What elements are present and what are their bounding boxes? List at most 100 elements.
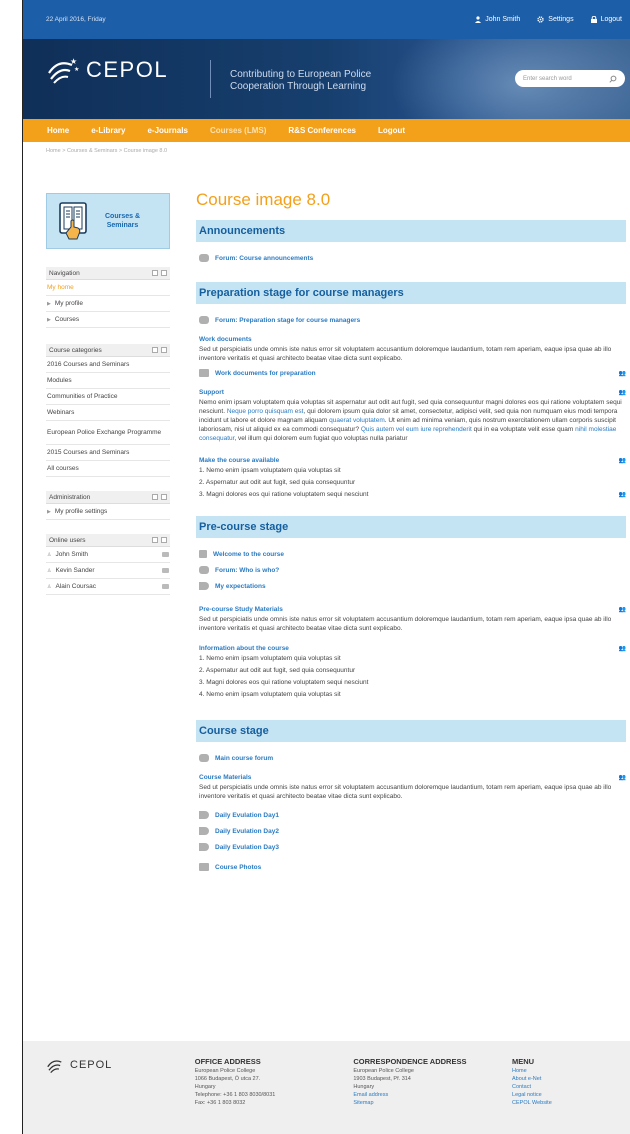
footer-link-cepol[interactable]: CEPOL Website bbox=[512, 1099, 630, 1107]
main-course-forum[interactable]: Main course forum bbox=[196, 750, 626, 766]
support-link-1[interactable]: Neque porro quisquam est bbox=[227, 408, 304, 415]
main-nav: Home e-Library e-Journals Courses (LMS) … bbox=[23, 119, 630, 142]
email-link[interactable]: Email address bbox=[353, 1091, 512, 1099]
activity-label: Daily Evulation Day1 bbox=[215, 811, 279, 819]
footer-link-home[interactable]: Home bbox=[512, 1067, 630, 1075]
people-icon[interactable]: 👥 bbox=[619, 491, 626, 498]
my-expectations-link[interactable]: My expectations bbox=[196, 578, 626, 594]
list-item: 2. Aspernatur aut odit aut fugit, sed qu… bbox=[199, 666, 356, 674]
course-materials-heading: Course Materials 👥 bbox=[196, 774, 626, 781]
promo-line-1: Courses & bbox=[105, 213, 141, 220]
category-item[interactable]: Modules bbox=[46, 373, 170, 389]
folder-icon bbox=[199, 863, 209, 871]
navigation-title: Navigation bbox=[49, 269, 80, 277]
online-user[interactable]: ♙ Alain Coursac bbox=[46, 579, 170, 595]
nav-courses-lms[interactable]: Courses (LMS) bbox=[210, 126, 266, 135]
people-icon[interactable]: 👥 bbox=[619, 645, 626, 652]
page-title: Course image 8.0 bbox=[196, 190, 331, 209]
block-controls bbox=[152, 270, 167, 276]
collapse-icon[interactable] bbox=[152, 494, 158, 500]
nav-item-label: Courses bbox=[54, 316, 80, 323]
nav-home[interactable]: Home bbox=[47, 126, 69, 135]
block-controls bbox=[152, 537, 167, 543]
settings-link[interactable]: Settings bbox=[537, 16, 574, 23]
collapse-icon[interactable] bbox=[152, 347, 158, 353]
course-photos-link[interactable]: Course Photos bbox=[196, 859, 626, 875]
nav-e-journals[interactable]: e-Journals bbox=[147, 126, 187, 135]
footer-logo[interactable]: CEPOL bbox=[46, 1055, 195, 1075]
office-line: 1066 Budapest, Ó utca 27. bbox=[194, 1076, 261, 1082]
search-input[interactable]: Enter search word bbox=[515, 70, 625, 87]
category-item[interactable]: 2015 Courses and Seminars bbox=[46, 445, 170, 461]
list-item: 3. Magni dolores eos qui ratione volupta… bbox=[196, 488, 626, 500]
list-item-text: 3. Magni dolores eos qui ratione volupta… bbox=[199, 490, 369, 498]
welcome-link[interactable]: Welcome to the course bbox=[196, 546, 626, 562]
support-text: Nemo enim ipsam voluptatem quia voluptas… bbox=[196, 398, 626, 443]
nav-logout[interactable]: Logout bbox=[378, 126, 405, 135]
dock-icon[interactable] bbox=[161, 537, 167, 543]
courses-seminars-promo[interactable]: Courses & Seminars bbox=[46, 193, 170, 249]
activity-label: Course Photos bbox=[215, 863, 262, 871]
activity-label: Forum: Preparation stage for course mana… bbox=[215, 316, 361, 324]
work-documents-link[interactable]: Work documents for preparation 👥 bbox=[196, 365, 626, 381]
category-item[interactable]: Communities of Practice bbox=[46, 389, 170, 405]
forum-who-is-who[interactable]: Forum: Who is who? bbox=[196, 562, 626, 578]
promo-label: Courses & Seminars bbox=[105, 212, 140, 230]
activity-label: Daily Evulation Day3 bbox=[215, 843, 279, 851]
footer-link-contact[interactable]: Contact bbox=[512, 1083, 630, 1091]
people-icon[interactable]: 👥 bbox=[619, 606, 626, 613]
logout-link[interactable]: Logout bbox=[590, 16, 622, 23]
nav-rs-conferences[interactable]: R&S Conferences bbox=[288, 126, 356, 135]
people-icon[interactable]: 👥 bbox=[619, 370, 626, 377]
collapse-icon[interactable] bbox=[152, 270, 158, 276]
folder-icon bbox=[199, 369, 209, 377]
nav-item-my-home[interactable]: My home bbox=[46, 280, 170, 296]
daily-evaluation-link[interactable]: Daily Evulation Day3 bbox=[196, 839, 626, 855]
people-icon[interactable]: 👥 bbox=[619, 774, 626, 781]
nav-item-courses[interactable]: ▶ Courses bbox=[46, 312, 170, 328]
category-item[interactable]: All courses bbox=[46, 461, 170, 477]
cepol-logo[interactable]: ★ ★ CEPOL bbox=[46, 55, 168, 85]
daily-evaluation-link[interactable]: Daily Evulation Day2 bbox=[196, 823, 626, 839]
promo-line-2: Seminars bbox=[106, 222, 139, 229]
tagline-line-1: Contributing to European Police bbox=[230, 69, 372, 80]
category-item[interactable]: European Police Exchange Programme bbox=[46, 421, 170, 445]
message-icon[interactable] bbox=[162, 552, 169, 557]
message-icon[interactable] bbox=[162, 568, 169, 573]
people-icon[interactable]: 👥 bbox=[619, 389, 626, 396]
footer-link-legal[interactable]: Legal notice bbox=[512, 1091, 630, 1099]
office-line: Telephone: +36 1 803 8030/8031 bbox=[194, 1092, 276, 1098]
footer-link-about[interactable]: About e-Net bbox=[512, 1075, 630, 1083]
collapse-icon[interactable] bbox=[152, 537, 158, 543]
message-icon[interactable] bbox=[162, 584, 169, 589]
user-link[interactable]: John Smith bbox=[475, 16, 520, 23]
logo-swirl-icon bbox=[47, 1060, 62, 1074]
forum-course-announcements[interactable]: Forum: Course announcements bbox=[196, 250, 626, 266]
search-icon[interactable] bbox=[609, 75, 617, 83]
support-link-3[interactable]: Quis autem vel eum iure reprehenderit bbox=[361, 426, 472, 433]
online-user[interactable]: ♙ Kevin Sander bbox=[46, 563, 170, 579]
support-link-2[interactable]: quaerat voluptatem bbox=[329, 417, 385, 424]
make-available-title: Make the course available bbox=[199, 457, 280, 464]
dock-icon[interactable] bbox=[161, 270, 167, 276]
admin-item-profile-settings[interactable]: ▶ My profile settings bbox=[46, 504, 170, 520]
user-links: John Smith Settings Logout bbox=[475, 16, 622, 23]
forum-preparation[interactable]: Forum: Preparation stage for course mana… bbox=[196, 312, 626, 328]
dock-icon[interactable] bbox=[161, 494, 167, 500]
dock-icon[interactable] bbox=[161, 347, 167, 353]
breadcrumb[interactable]: Home > Courses & Seminars > Course image… bbox=[23, 142, 630, 154]
daily-evaluation-link[interactable]: Daily Evulation Day1 bbox=[196, 807, 626, 823]
online-user[interactable]: ♙ John Smith bbox=[46, 547, 170, 563]
logo-text: CEPOL bbox=[86, 57, 169, 82]
sitemap-link[interactable]: Sitemap bbox=[353, 1099, 512, 1107]
user-icon: ♙ bbox=[47, 567, 52, 574]
online-user-name: John Smith bbox=[55, 551, 89, 558]
categories-block: Course categories 2016 Courses and Semin… bbox=[46, 344, 170, 477]
nav-item-my-profile[interactable]: ▶ My profile bbox=[46, 296, 170, 312]
course-info-heading: Information about the course 👥 bbox=[196, 645, 626, 652]
category-item[interactable]: 2016 Courses and Seminars bbox=[46, 357, 170, 373]
nav-e-library[interactable]: e-Library bbox=[91, 126, 125, 135]
make-available-heading: Make the course available 👥 bbox=[196, 457, 626, 464]
category-item[interactable]: Webinars bbox=[46, 405, 170, 421]
people-icon[interactable]: 👥 bbox=[619, 457, 626, 464]
